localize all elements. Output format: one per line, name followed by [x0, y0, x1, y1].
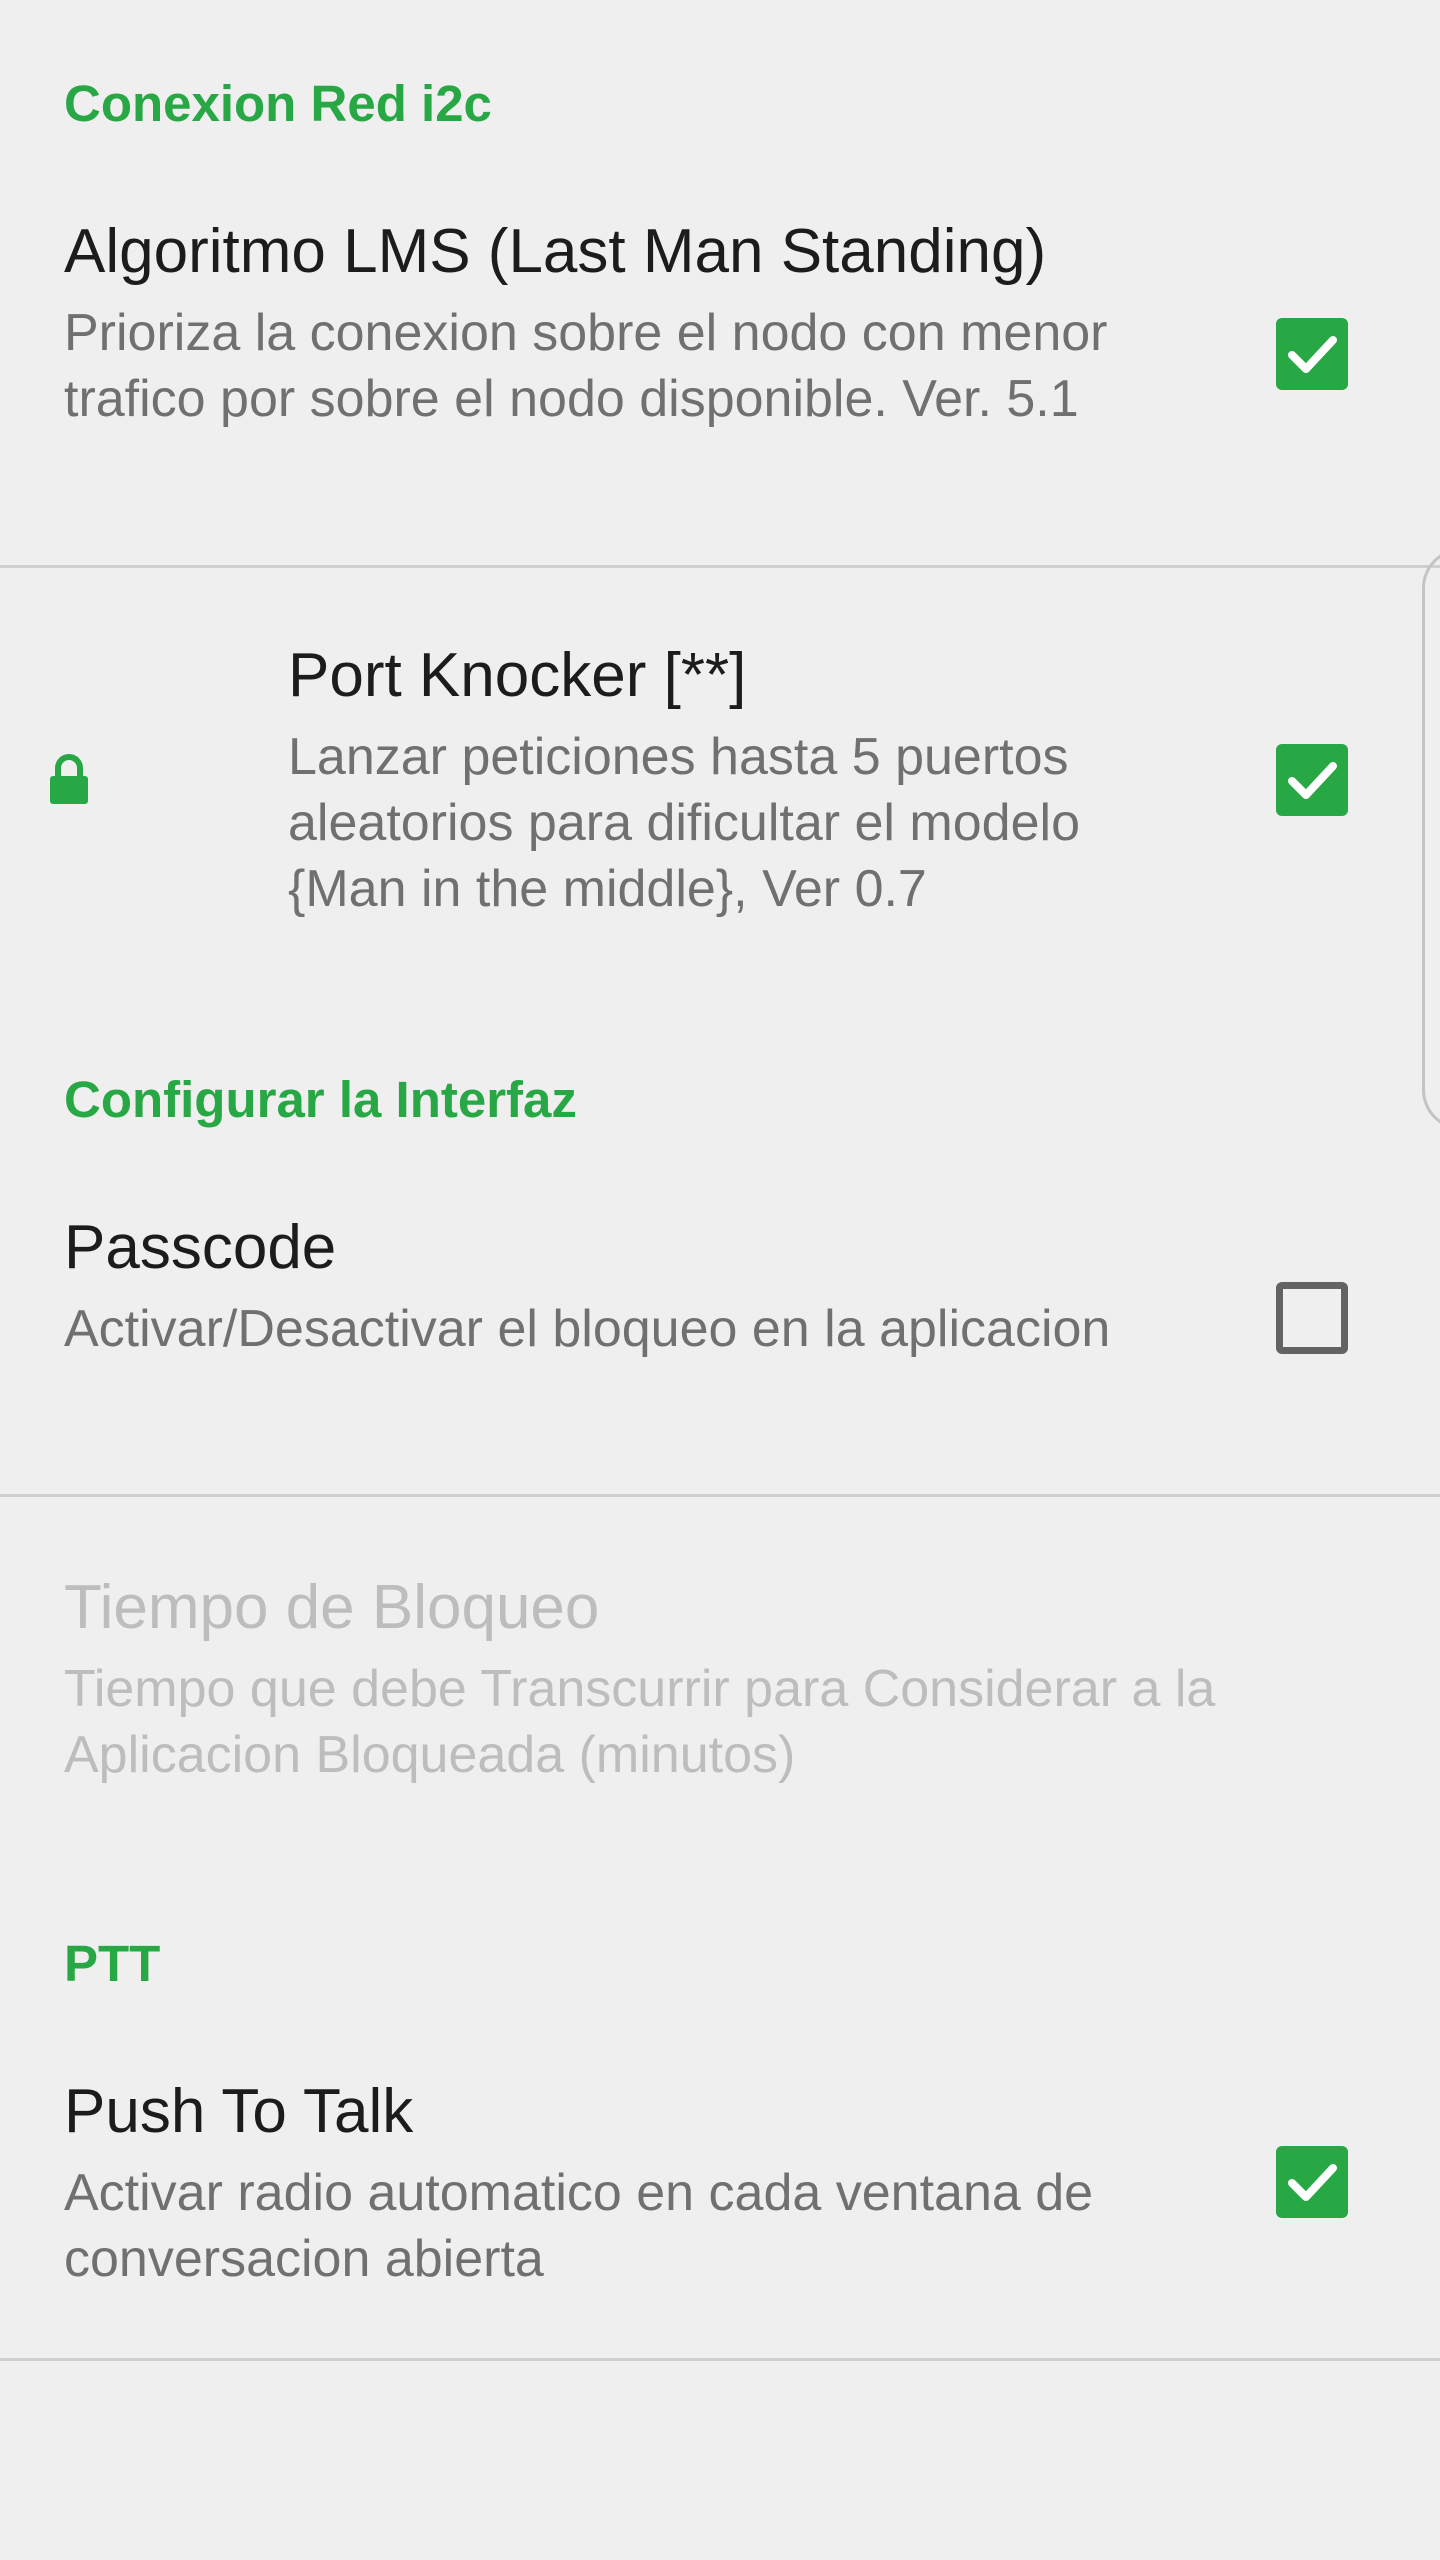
pref-summary: Tiempo que debe Transcurrir para Conside… [64, 1660, 1216, 1784]
checkmark-icon [1288, 762, 1337, 799]
push-to-talk-checkbox[interactable] [1276, 2146, 1348, 2218]
section-header-network: Conexion Red i2c [64, 75, 492, 132]
pref-title: Push To Talk [64, 2077, 414, 2146]
pref-summary: Activar/Desactivar el bloqueo en la apli… [64, 1300, 1111, 1358]
lock-icon [50, 754, 88, 804]
pref-title: Algoritmo LMS (Last Man Standing) [64, 217, 1047, 286]
pref-item-passcode[interactable]: Passcode Activar/Desactivar el bloqueo e… [0, 1196, 1440, 1494]
pref-summary: Lanzar peticiones hasta 5 puertos aleato… [288, 728, 1080, 918]
divider [0, 1494, 1440, 1497]
pref-item-lms[interactable]: Algoritmo LMS (Last Man Standing) Priori… [0, 200, 1440, 565]
pref-item-port-knocker[interactable]: Port Knocker [**] Lanzar peticiones hast… [0, 568, 1440, 1008]
pref-title: Passcode [64, 1213, 337, 1282]
pref-summary: Prioriza la conexion sobre el nodo con m… [64, 304, 1108, 428]
checkmark-icon [1288, 2164, 1337, 2201]
pref-item-push-to-talk[interactable]: Push To Talk Activar radio automatico en… [0, 2060, 1440, 2358]
passcode-checkbox[interactable] [1276, 1282, 1348, 1354]
section-header-ptt: PTT [64, 1935, 161, 1992]
pref-summary: Activar radio automatico en cada ventana… [64, 2164, 1094, 2288]
port-knocker-checkbox[interactable] [1276, 744, 1348, 816]
pref-title: Tiempo de Bloqueo [64, 1573, 600, 1642]
lms-checkbox[interactable] [1276, 318, 1348, 390]
pref-item-lock-time: Tiempo de Bloqueo Tiempo que debe Transc… [0, 1556, 1440, 1796]
divider [0, 2358, 1440, 2361]
checkmark-icon [1288, 336, 1337, 373]
pref-title: Port Knocker [**] [288, 641, 747, 710]
edge-panel-handle[interactable] [1422, 548, 1440, 1130]
section-header-interface: Configurar la Interfaz [64, 1071, 577, 1128]
